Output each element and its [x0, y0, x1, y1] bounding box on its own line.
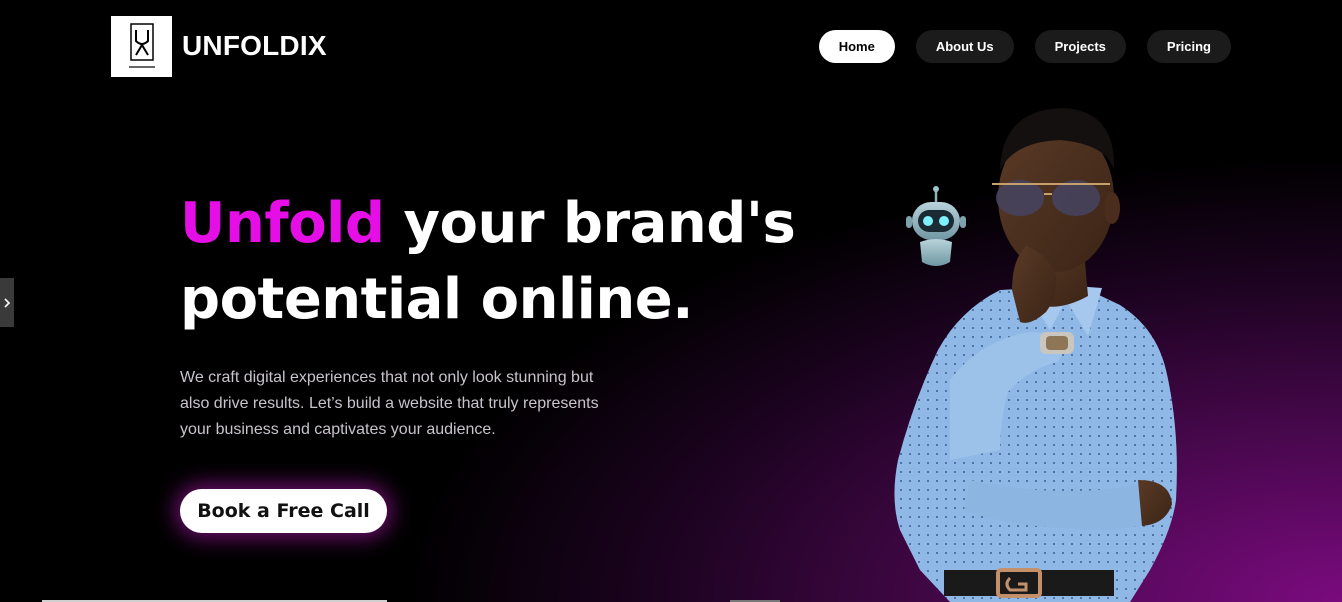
brand-name[interactable]: UNFOLDIX — [182, 28, 327, 64]
nav-projects-button[interactable]: Projects — [1034, 30, 1126, 63]
ux-logo-icon — [128, 22, 155, 68]
hero-headline: Unfold your brand's potential online. — [180, 186, 796, 338]
nav-home-button[interactable]: Home — [818, 30, 895, 63]
book-free-call-button[interactable]: Book a Free Call — [180, 489, 387, 533]
side-panel-toggle[interactable] — [0, 278, 14, 327]
brand-logo[interactable] — [111, 16, 172, 77]
headline-line2: potential online. — [180, 267, 693, 332]
person-portrait — [894, 108, 1177, 602]
headline-line1: your brand's — [403, 191, 796, 256]
hero-page: UNFOLDIX Home About Us Projects Pricing … — [0, 0, 1342, 602]
nav-about-us-button[interactable]: About Us — [915, 30, 1014, 63]
main-nav: Home About Us Projects Pricing — [818, 30, 1231, 63]
headline-accent: Unfold — [180, 191, 385, 256]
nav-pricing-button[interactable]: Pricing — [1146, 30, 1231, 63]
hero-subcopy: We craft digital experiences that not on… — [180, 369, 599, 438]
chevron-right-icon — [4, 297, 11, 308]
